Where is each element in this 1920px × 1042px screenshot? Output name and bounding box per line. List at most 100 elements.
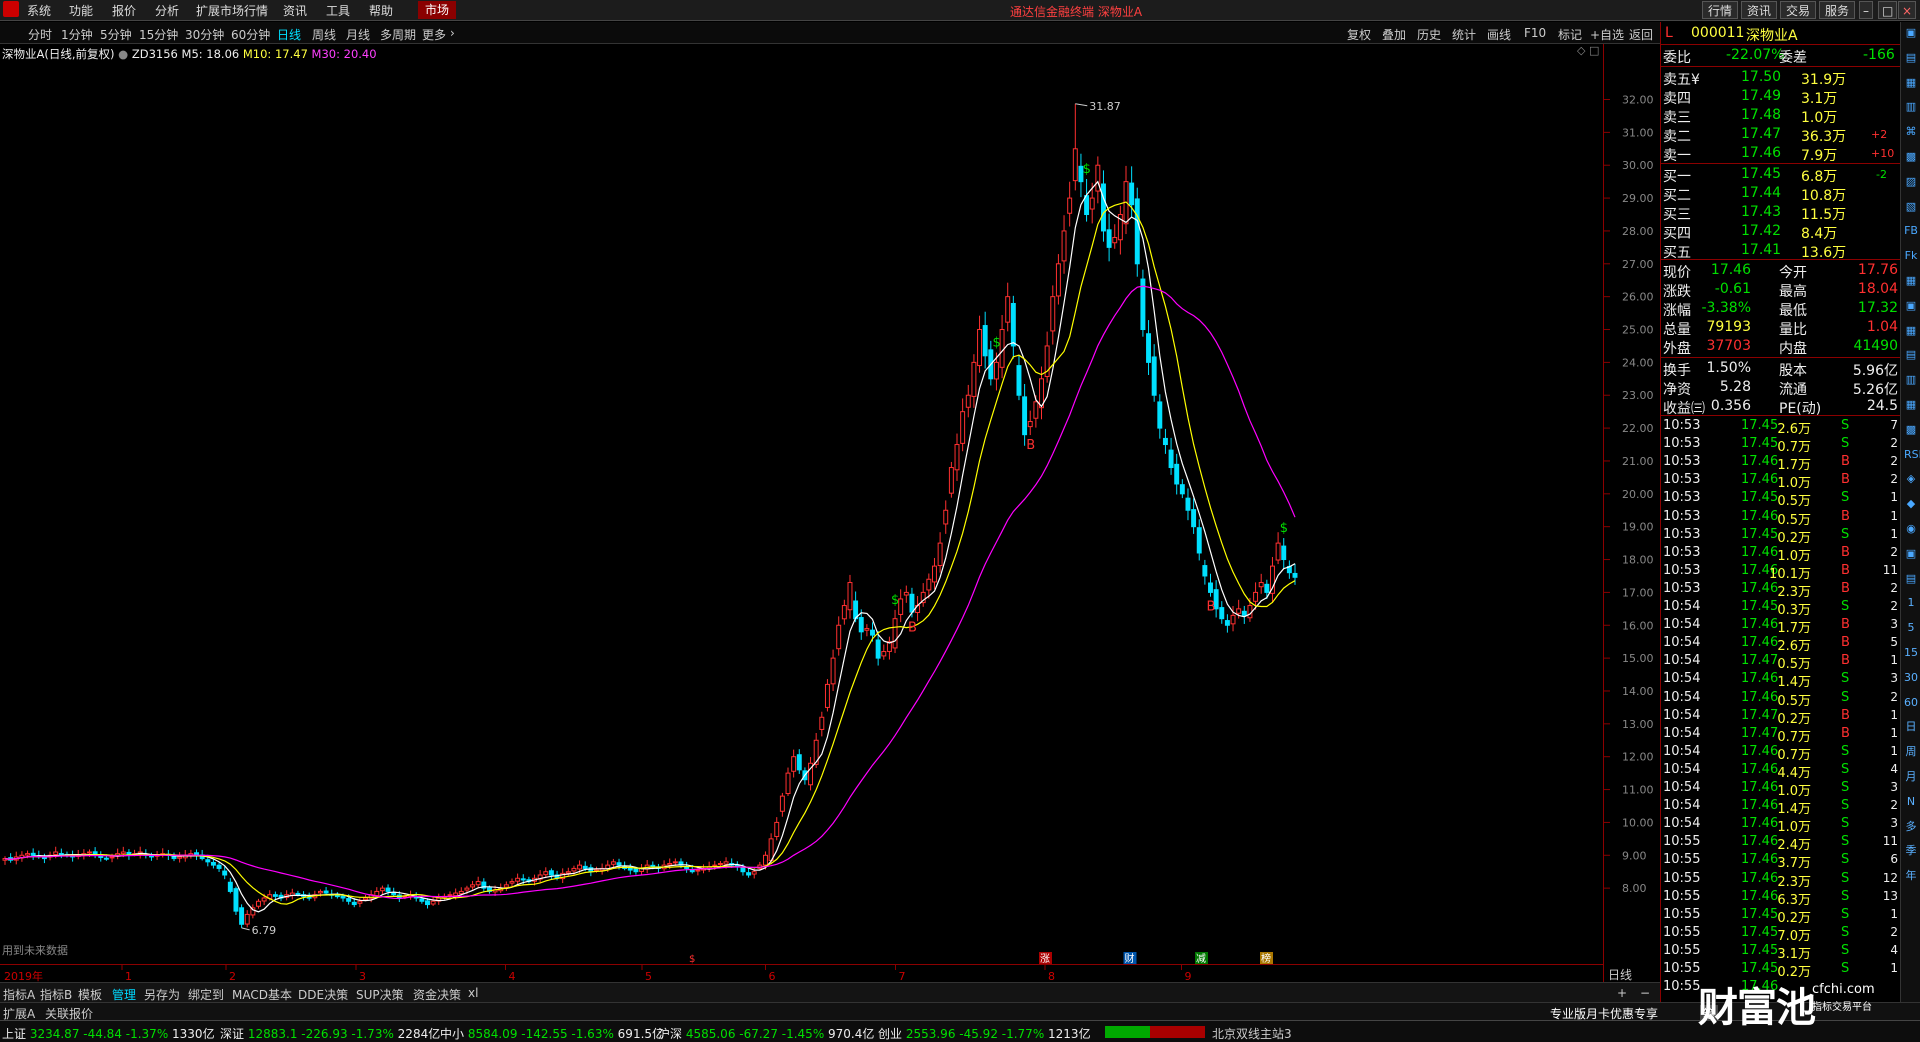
period-tab-daily[interactable]: 日线 <box>277 26 301 43</box>
top-button-market[interactable]: 行情 <box>1702 1 1739 19</box>
side-tool-icon[interactable]: ◆ <box>1904 497 1918 511</box>
period-tab-15min[interactable]: 15分钟 <box>139 26 178 43</box>
tab-macd-basic[interactable]: MACD基本 <box>232 986 292 1003</box>
ask-row[interactable]: 卖四 17.49 3.1万 <box>1661 87 1901 107</box>
event-marker[interactable]: 减 <box>1196 953 1206 965</box>
index-item[interactable]: 创业 2553.96 -45.92 -1.77% 1213亿 <box>878 1025 1091 1042</box>
side-tool-icon[interactable]: ▧ <box>1904 200 1918 214</box>
period-tab-more[interactable]: 更多 <box>422 26 446 43</box>
zoom-in-icon[interactable]: + <box>1617 986 1627 1000</box>
server-name[interactable]: 北京双线主站3 <box>1212 1025 1292 1042</box>
tab-save-as[interactable]: 另存为 <box>144 986 180 1003</box>
side-tool-icon[interactable]: 月 <box>1904 770 1918 784</box>
side-tool-icon[interactable]: ◈ <box>1904 472 1918 486</box>
side-tool-icon[interactable]: 年 <box>1904 869 1918 883</box>
tab-sup[interactable]: SUP决策 <box>356 986 404 1003</box>
side-tool-icon[interactable]: 1 <box>1904 596 1918 610</box>
ask-row[interactable]: 卖二 17.47 36.3万 +2 <box>1661 125 1901 145</box>
side-tool-icon[interactable]: N <box>1904 795 1918 809</box>
side-tool-icon[interactable]: ▥ <box>1904 373 1918 387</box>
period-tab-monthly[interactable]: 月线 <box>346 26 370 43</box>
side-tool-icon[interactable]: RSI <box>1904 448 1920 462</box>
tool-f10[interactable]: F10 <box>1524 26 1546 40</box>
tab-indicator-b[interactable]: 指标B <box>40 986 72 1003</box>
tool-history[interactable]: 历史 <box>1417 26 1441 43</box>
side-tool-icon[interactable]: 5 <box>1904 621 1918 635</box>
side-tool-icon[interactable]: 15 <box>1904 646 1918 660</box>
index-item[interactable]: 深证 12883.1 -226.93 -1.73% 2284亿 <box>220 1025 440 1042</box>
side-tool-icon[interactable]: ▩ <box>1904 423 1918 437</box>
bid-row[interactable]: 买三 17.43 11.5万 <box>1661 203 1901 223</box>
side-tool-icon[interactable]: ◉ <box>1904 522 1918 536</box>
tab-template[interactable]: 模板 <box>78 986 102 1003</box>
side-tool-icon[interactable]: ▦ <box>1904 76 1918 90</box>
event-marker[interactable]: 榜 <box>1261 952 1271 965</box>
side-tool-icon[interactable]: ▣ <box>1904 26 1918 40</box>
period-tab-60min[interactable]: 60分钟 <box>231 26 270 43</box>
event-marker[interactable]: 财 <box>1125 952 1135 965</box>
side-tool-icon[interactable]: 30 <box>1904 671 1918 685</box>
menu-item-help[interactable]: 帮助 <box>369 2 393 19</box>
market-tab[interactable]: 市场 <box>418 1 456 19</box>
tab-manage[interactable]: 管理 <box>112 986 136 1003</box>
minimize-icon[interactable]: – <box>1859 1 1873 19</box>
chart-settings-icon[interactable]: ◇ □ <box>1577 44 1599 57</box>
side-tool-icon[interactable]: FB <box>1904 224 1918 238</box>
top-button-trade[interactable]: 交易 <box>1780 1 1817 19</box>
tool-restore-rights[interactable]: 复权 <box>1347 26 1371 43</box>
period-tab-multi[interactable]: 多周期 <box>380 26 416 43</box>
side-tool-icon[interactable]: 多 <box>1904 820 1918 834</box>
side-tool-icon[interactable]: ⌘ <box>1904 125 1918 139</box>
side-tool-icon[interactable]: ▣ <box>1904 547 1918 561</box>
kline-chart[interactable]: 32.0031.0030.0029.0028.0027.0026.0025.00… <box>0 44 1660 982</box>
side-tool-icon[interactable]: ▤ <box>1904 348 1918 362</box>
side-tool-icon[interactable]: ▦ <box>1904 398 1918 412</box>
index-item[interactable]: 中小 8584.09 -142.55 -1.63% 691.5亿 <box>440 1025 664 1042</box>
side-tool-icon[interactable]: 周 <box>1904 745 1918 759</box>
period-tab-weekly[interactable]: 周线 <box>312 26 336 43</box>
ask-row[interactable]: 卖三 17.48 1.0万 <box>1661 106 1901 126</box>
tab-indicator-a[interactable]: 指标A <box>3 986 35 1003</box>
menu-item-news[interactable]: 资讯 <box>283 2 307 19</box>
close-icon[interactable]: × <box>1898 1 1917 19</box>
menu-item-function[interactable]: 功能 <box>69 2 93 19</box>
tool-add-watchlist[interactable]: +自选 <box>1590 26 1624 43</box>
period-tab-1min[interactable]: 1分钟 <box>61 26 93 43</box>
ask-row[interactable]: 卖五¥ 17.50 31.9万 <box>1661 68 1901 88</box>
tool-draw-line[interactable]: 画线 <box>1487 26 1511 43</box>
tab-dde[interactable]: DDE决策 <box>298 986 348 1003</box>
tool-statistics[interactable]: 统计 <box>1452 26 1476 43</box>
side-tool-icon[interactable]: ▦ <box>1904 324 1918 338</box>
side-tool-icon[interactable]: 日 <box>1904 720 1918 734</box>
side-tool-icon[interactable]: ▣ <box>1904 299 1918 313</box>
side-tool-icon[interactable]: Fk <box>1904 249 1918 263</box>
event-marker[interactable]: 涨 <box>1040 953 1050 965</box>
maximize-icon[interactable]: □ <box>1878 1 1898 19</box>
side-tool-icon[interactable]: ▤ <box>1904 572 1918 586</box>
ask-row[interactable]: 卖一 17.46 7.9万 +10 <box>1661 144 1901 164</box>
event-marker[interactable]: $ <box>689 954 695 965</box>
side-tool-icon[interactable]: 60 <box>1904 696 1918 710</box>
tool-mark[interactable]: 标记 <box>1558 26 1582 43</box>
side-tool-icon[interactable]: ▩ <box>1904 150 1918 164</box>
side-tool-icon[interactable]: ▨ <box>1904 175 1918 189</box>
chevron-right-icon[interactable]: › <box>450 26 455 40</box>
side-tool-icon[interactable]: ▤ <box>1904 51 1918 65</box>
tool-overlay[interactable]: 叠加 <box>1382 26 1406 43</box>
bid-row[interactable]: 买一 17.45 6.8万 -2 <box>1661 165 1901 185</box>
top-button-news[interactable]: 资讯 <box>1741 1 1778 19</box>
tab-funds[interactable]: 资金决策 <box>413 986 461 1003</box>
menu-item-system[interactable]: 系统 <box>27 2 51 19</box>
side-tool-icon[interactable]: 季 <box>1904 844 1918 858</box>
period-tab-5min[interactable]: 5分钟 <box>100 26 132 43</box>
bid-row[interactable]: 买五 17.41 13.6万 <box>1661 241 1901 261</box>
menu-item-analysis[interactable]: 分析 <box>155 2 179 19</box>
side-tool-icon[interactable]: ▦ <box>1904 274 1918 288</box>
zoom-out-icon[interactable]: − <box>1640 986 1650 1000</box>
tool-back[interactable]: 返回 <box>1629 26 1653 43</box>
period-tab-30min[interactable]: 30分钟 <box>185 26 224 43</box>
index-item[interactable]: 沪深 4585.06 -67.27 -1.45% 970.4亿 <box>658 1025 874 1042</box>
index-item[interactable]: 上证 3234.87 -44.84 -1.37% 1330亿 <box>2 1025 215 1042</box>
menu-item-quote[interactable]: 报价 <box>112 2 136 19</box>
bid-row[interactable]: 买二 17.44 10.8万 <box>1661 184 1901 204</box>
